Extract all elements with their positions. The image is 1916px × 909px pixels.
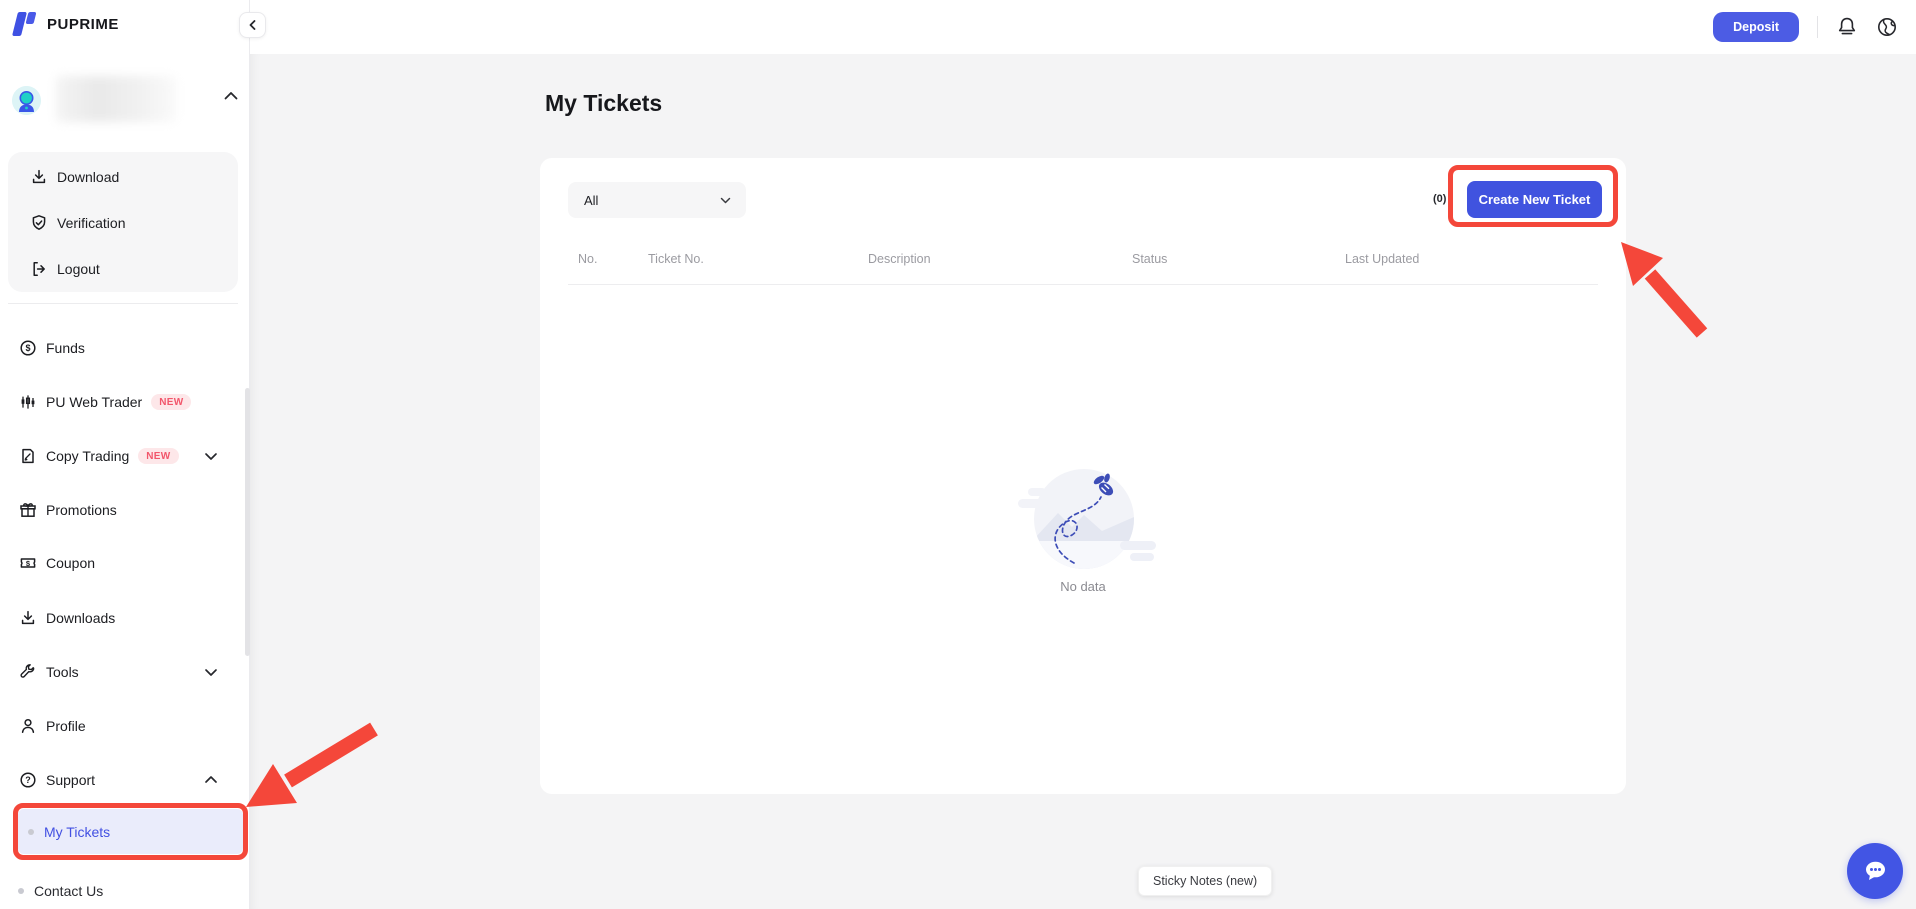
sidebar-item-coupon[interactable]: $ Coupon [0,540,249,586]
column-header-description: Description [868,252,931,266]
table-header-divider [568,284,1598,285]
create-new-ticket-button[interactable]: Create New Ticket [1467,181,1602,218]
new-badge: NEW [138,448,178,464]
chevron-up-icon[interactable] [204,771,218,789]
avatar[interactable] [12,86,41,115]
deposit-button[interactable]: Deposit [1713,12,1799,42]
sidebar-item-verification[interactable]: Verification [8,200,238,246]
filter-selected-value: All [584,193,719,208]
column-header-no: No. [578,252,597,266]
wrench-icon [19,663,37,681]
tickets-card: All (0) Create New Ticket No. Ticket No.… [540,158,1626,794]
sticky-notes-tooltip[interactable]: Sticky Notes (new) [1138,866,1272,896]
sidebar-item-label: Download [57,169,119,185]
sidebar-item-label: Tools [46,664,79,680]
sidebar-item-label: Contact Us [34,883,103,899]
sidebar-item-contact-us[interactable]: Contact Us [18,876,243,906]
ticket-filter-select[interactable]: All [568,182,746,218]
sidebar-item-profile[interactable]: Profile [0,703,249,749]
shield-check-icon [30,214,48,232]
chevron-down-icon [719,194,732,207]
brand-logo[interactable]: PUPRIME [13,11,119,37]
sidebar-item-my-tickets[interactable]: My Tickets [18,809,243,854]
no-data-label: No data [1060,579,1106,594]
sidebar-item-copy-trading[interactable]: Copy Trading NEW [0,433,249,479]
download-icon [30,168,48,186]
dollar-circle-icon: $ [19,339,37,357]
chevron-left-icon [247,19,259,31]
sidebar-item-tools[interactable]: Tools [0,649,249,695]
sidebar-item-pu-web-trader[interactable]: PU Web Trader NEW [0,379,249,425]
globe-icon[interactable] [1876,16,1898,38]
puprime-logo-icon [13,11,39,37]
sidebar-item-label: Profile [46,718,86,734]
sidebar-divider [8,303,238,304]
sidebar-item-label: Coupon [46,555,95,571]
page-title: My Tickets [545,90,662,117]
annotation-box-my-tickets: My Tickets [13,803,248,860]
chat-bubble-dots-icon [1861,857,1889,885]
copy-doc-icon [19,447,37,465]
sidebar-scrollbar[interactable] [245,388,250,656]
column-header-last-updated: Last Updated [1345,252,1419,266]
chevron-down-icon[interactable] [204,447,218,465]
page: PUPRIME Download [0,0,1916,909]
user-name-redacted [56,76,176,122]
sidebar-item-downloads[interactable]: Downloads [0,595,249,641]
new-badge: NEW [151,394,191,410]
sidebar-item-label: PU Web Trader [46,394,142,410]
brand-name: PUPRIME [47,16,119,33]
sidebar-item-label: Logout [57,261,100,277]
person-icon [19,717,37,735]
ticket-count: (0) [1433,193,1446,205]
svg-text:?: ? [25,775,31,785]
download-icon [19,609,37,627]
sidebar-item-funds[interactable]: $ Funds [0,325,249,371]
account-menu: Download Verification Logout [8,152,238,292]
bullet-icon [28,829,34,835]
sidebar-item-download[interactable]: Download [8,154,238,200]
sidebar-item-logout[interactable]: Logout [8,246,238,292]
sidebar: PUPRIME Download [0,0,250,909]
candlestick-icon [19,393,37,411]
sidebar-collapse-button[interactable] [239,12,266,38]
coupon-icon: $ [19,554,37,572]
svg-text:$: $ [25,343,30,353]
sidebar-item-label: Downloads [46,610,115,626]
sidebar-item-label: Verification [57,215,125,231]
column-header-status: Status [1132,252,1167,266]
topbar-divider [1817,16,1818,38]
sidebar-item-support[interactable]: ? Support [0,757,249,803]
sidebar-item-label: Funds [46,340,85,356]
sidebar-item-promotions[interactable]: Promotions [0,487,249,533]
column-header-ticket-no: Ticket No. [648,252,704,266]
empty-state: No data [540,453,1626,594]
bell-icon[interactable] [1836,16,1858,38]
sidebar-item-label: My Tickets [44,824,110,840]
bullet-icon [18,888,24,894]
no-data-illustration [998,453,1168,573]
sidebar-item-label: Promotions [46,502,117,518]
logout-icon [30,260,48,278]
sidebar-item-label: Support [46,772,95,788]
robot-avatar-icon [12,86,41,115]
sidebar-item-label: Copy Trading [46,448,129,464]
question-circle-icon: ? [19,771,37,789]
chat-button[interactable] [1847,843,1903,899]
topbar-actions: Deposit [1713,0,1898,54]
chevron-down-icon[interactable] [204,663,218,681]
gift-icon [19,501,37,519]
chevron-up-icon[interactable] [224,91,238,100]
